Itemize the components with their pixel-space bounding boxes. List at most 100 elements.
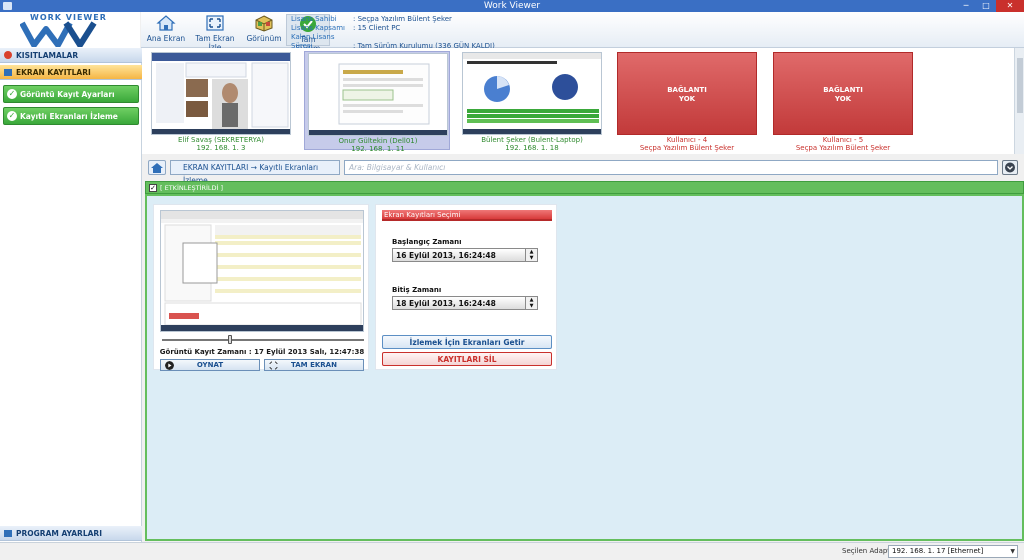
enabled-checkbox[interactable]: ✓ bbox=[149, 184, 157, 192]
maximize-button[interactable]: □ bbox=[976, 0, 996, 12]
sidebar: KISITLAMALAR EKRAN KAYITLARI ✓ Görüntü K… bbox=[0, 48, 142, 542]
search-button[interactable] bbox=[1002, 160, 1018, 175]
end-time-label: Bitiş Zamanı bbox=[392, 286, 442, 294]
client-thumb-4[interactable]: BAĞLANTI YOK Kullanıcı - 4 Seçpa Yazılım… bbox=[614, 51, 760, 152]
sidebar-section-screen-records[interactable]: EKRAN KAYITLARI bbox=[0, 65, 142, 80]
delete-records-button[interactable]: KAYITLARI SİL bbox=[382, 352, 552, 366]
home-icon bbox=[151, 163, 163, 173]
home-label: Ana Ekran bbox=[146, 34, 186, 43]
nav-bar: EKRAN KAYITLARI → Kayıtlı Ekranları İzle… bbox=[142, 156, 1024, 185]
view-button[interactable]: Görünüm bbox=[245, 14, 283, 46]
logo-mark-icon bbox=[20, 21, 97, 47]
settings-icon bbox=[4, 530, 12, 537]
client-ip: 192. 168. 1. 3 bbox=[196, 144, 246, 152]
restriction-icon bbox=[4, 51, 12, 59]
spinner-icon[interactable]: ▲ ▼ bbox=[525, 249, 537, 261]
spinner-icon[interactable]: ▲ ▼ bbox=[525, 297, 537, 309]
end-time-picker[interactable]: 18 Eylül 2013, 16:24:48 ▲ ▼ bbox=[392, 296, 538, 310]
nav-home-button[interactable] bbox=[148, 160, 166, 175]
restrictions-label: KISITLAMALAR bbox=[16, 51, 79, 60]
selection-card: Ekran Kayıtları Seçimi Başlangıç Zamanı … bbox=[375, 204, 557, 370]
client-screen-preview bbox=[462, 52, 602, 135]
thumbnails-scrollbar[interactable] bbox=[1014, 48, 1024, 154]
license-owner-key: Lisans Sahibi bbox=[291, 15, 337, 23]
chevron-down-icon bbox=[1005, 162, 1015, 173]
client-thumb-2[interactable]: Onur Gültekin (Dell01) 192. 168. 1. 11 bbox=[304, 51, 450, 153]
playback-card: Görüntü Kayıt Zamanı : 17 Eylül 2013 Sal… bbox=[153, 204, 369, 371]
breadcrumb[interactable]: EKRAN KAYITLARI → Kayıtlı Ekranları İzle… bbox=[170, 160, 340, 185]
start-time-label: Başlangıç Zamanı bbox=[392, 238, 462, 246]
client-screen-preview bbox=[151, 52, 291, 135]
license-owner-value: : Seçpa Yazılım Bülent Şeker bbox=[353, 15, 452, 23]
fullscreen-icon bbox=[206, 15, 224, 31]
client-ip: Seçpa Yazılım Bülent Şeker bbox=[639, 144, 735, 152]
logo: WORK VIEWER bbox=[0, 12, 140, 48]
play-icon bbox=[165, 361, 174, 370]
expand-icon bbox=[269, 361, 278, 370]
minimize-button[interactable]: ─ bbox=[956, 0, 976, 12]
window-title: Work Viewer bbox=[483, 1, 541, 11]
watch-records-label: Kayıtlı Ekranları İzleme bbox=[20, 112, 118, 121]
view-label: Görünüm bbox=[246, 34, 282, 43]
main-area: ✓ [ ETKİNLEŞTİRİLDİ ] Görüntü Kayıt Zama… bbox=[145, 181, 1024, 541]
fullscreen-watch-button[interactable]: Tam Ekran İzle bbox=[189, 14, 241, 52]
home-button[interactable]: Ana Ekran bbox=[145, 14, 187, 46]
slider-handle[interactable] bbox=[228, 335, 232, 344]
record-settings-label: Görüntü Kayıt Ayarları bbox=[20, 90, 115, 99]
fetch-screens-button[interactable]: İzlemek İçin Ekranları Getir bbox=[382, 335, 552, 349]
program-settings-label: PROGRAM AYARLARI bbox=[16, 529, 102, 538]
play-button[interactable]: OYNAT bbox=[160, 359, 260, 371]
sidebar-section-program-settings[interactable]: PROGRAM AYARLARI bbox=[0, 526, 142, 541]
client-ip: 192. 168. 1. 11 bbox=[351, 145, 405, 153]
search-input[interactable]: Ara: Bilgisayar & Kullanıcı bbox=[344, 160, 998, 175]
ribbon-toolbar: Ana Ekran Tam Ekran İzle Görünüm Tam Sür… bbox=[141, 12, 1024, 53]
license-scope-key: Lisans Kapsamı bbox=[291, 24, 345, 32]
client-thumb-5[interactable]: BAĞLANTI YOK Kullanıcı - 5 Seçpa Yazılım… bbox=[770, 51, 916, 152]
view-cube-icon bbox=[255, 15, 273, 32]
home-icon bbox=[156, 15, 176, 31]
adapter-select[interactable]: 192. 168. 1. 17 [Ethernet] ▼ bbox=[888, 545, 1018, 558]
client-name: Kullanıcı - 4 bbox=[666, 136, 708, 144]
screen-records-label: EKRAN KAYITLARI bbox=[16, 68, 91, 77]
play-label: OYNAT bbox=[196, 361, 224, 369]
fullscreen-label: TAM EKRAN bbox=[291, 361, 337, 369]
adapter-value: 192. 168. 1. 17 [Ethernet] bbox=[892, 547, 984, 555]
check-icon: ✓ bbox=[7, 111, 17, 121]
offline-indicator: BAĞLANTI YOK bbox=[617, 52, 757, 135]
client-name: Bülent Şeker (Bulent-Laptop) bbox=[481, 136, 583, 144]
status-bar: Seçilen Adaptör: 192. 168. 1. 17 [Ethern… bbox=[0, 542, 1024, 560]
start-time-value: 16 Eylül 2013, 16:24:48 bbox=[396, 251, 496, 260]
client-name: Elif Savaş (SEKRETERYA) bbox=[178, 136, 264, 144]
app-icon bbox=[3, 2, 12, 10]
recording-preview bbox=[160, 210, 364, 332]
end-time-value: 18 Eylül 2013, 16:24:48 bbox=[396, 299, 496, 308]
enabled-header: ✓ [ ETKİNLEŞTİRİLDİ ] bbox=[145, 181, 1024, 194]
sidebar-item-watch-records[interactable]: ✓ Kayıtlı Ekranları İzleme bbox=[3, 107, 139, 125]
dropdown-arrow-icon: ▼ bbox=[1010, 548, 1015, 555]
close-button[interactable]: ✕ bbox=[996, 0, 1024, 12]
offline-indicator: BAĞLANTI YOK bbox=[773, 52, 913, 135]
client-thumb-3[interactable]: Bülent Şeker (Bulent-Laptop) 192. 168. 1… bbox=[459, 51, 605, 152]
scrollbar-thumb[interactable] bbox=[1017, 58, 1023, 113]
client-ip: Seçpa Yazılım Bülent Şeker bbox=[795, 144, 891, 152]
playback-slider[interactable] bbox=[162, 335, 364, 344]
selection-title: Ekran Kayıtları Seçimi bbox=[382, 210, 552, 221]
license-info: Lisans Sahibi : Seçpa Yazılım Bülent Şeke… bbox=[291, 15, 495, 51]
offline-text: BAĞLANTI YOK bbox=[667, 86, 707, 103]
enabled-label: [ ETKİNLEŞTİRİLDİ ] bbox=[160, 184, 224, 192]
client-ip: 192. 168. 1. 18 bbox=[505, 144, 559, 152]
fullscreen-button[interactable]: TAM EKRAN bbox=[264, 359, 364, 371]
client-screen-preview bbox=[308, 53, 448, 136]
client-name: Kullanıcı - 5 bbox=[822, 136, 864, 144]
records-panel: Görüntü Kayıt Zamanı : 17 Eylül 2013 Sal… bbox=[145, 194, 1024, 541]
client-name: Onur Gültekin (Dell01) bbox=[338, 137, 418, 145]
client-thumbnails: Elif Savaş (SEKRETERYA) 192. 168. 1. 3 O… bbox=[142, 48, 1014, 154]
license-scope-value: : 15 Client PC bbox=[353, 24, 401, 32]
start-time-picker[interactable]: 16 Eylül 2013, 16:24:48 ▲ ▼ bbox=[392, 248, 538, 262]
client-thumb-1[interactable]: Elif Savaş (SEKRETERYA) 192. 168. 1. 3 bbox=[148, 51, 294, 152]
sidebar-section-restrictions[interactable]: KISITLAMALAR bbox=[0, 48, 142, 63]
screen-icon bbox=[4, 69, 12, 76]
record-time: Görüntü Kayıt Zamanı : 17 Eylül 2013 Sal… bbox=[159, 348, 365, 356]
sidebar-item-record-settings[interactable]: ✓ Görüntü Kayıt Ayarları bbox=[3, 85, 139, 103]
offline-text: BAĞLANTI YOK bbox=[823, 86, 863, 103]
